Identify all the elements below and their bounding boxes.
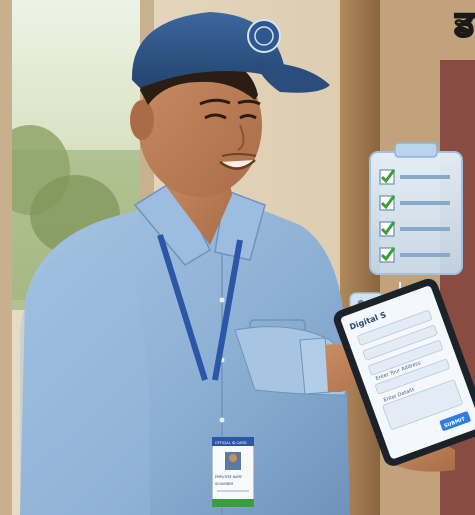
badge-id: ID NUMBER: [215, 482, 234, 486]
illustration-scene: Digital S Enter Your Address Enter Detai…: [0, 0, 475, 515]
ear: [130, 100, 154, 140]
id-badge: OFFICIAL ID CARD EMPLOYEE NAME ID NUMBER: [211, 436, 255, 508]
badge-header: OFFICIAL ID CARD: [215, 441, 247, 445]
clipboard-icon: [369, 142, 463, 275]
scene-illustration: Digital S Enter Your Address Enter Detai…: [0, 0, 475, 515]
badge-name: EMPLOYEE NAME: [215, 475, 242, 479]
cap-emblem-icon: [247, 19, 281, 53]
headline-text: ਡ: [453, 3, 475, 43]
